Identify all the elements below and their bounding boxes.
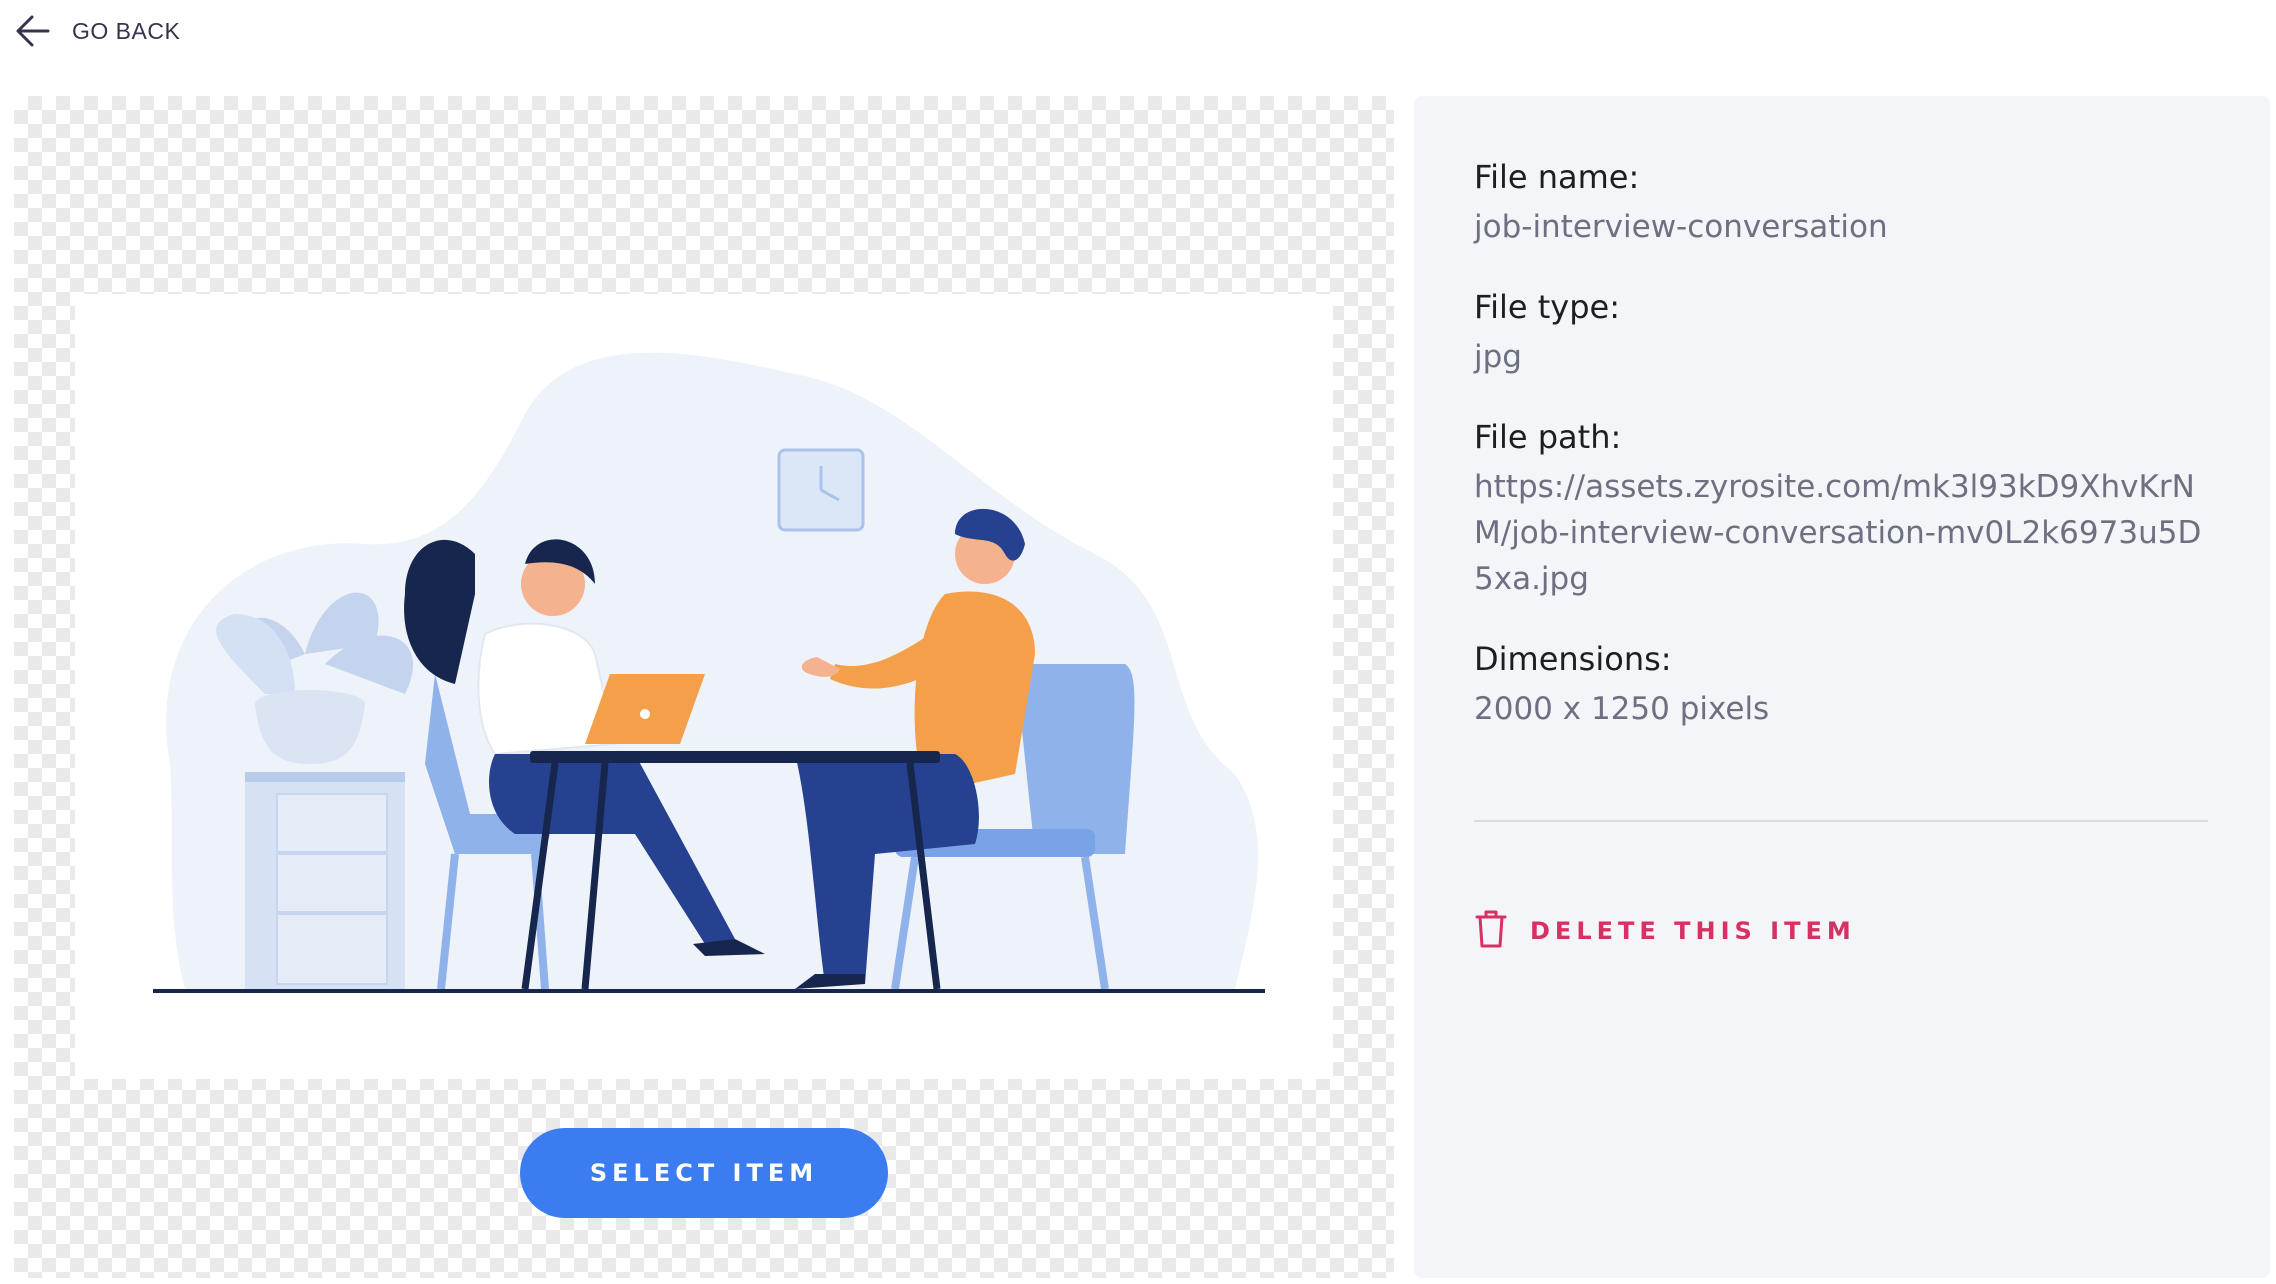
file-type-label: File type:: [1474, 288, 1620, 326]
dimensions-value: 2000 x 1250 pixels: [1474, 691, 1770, 727]
select-item-button[interactable]: SELECT ITEM: [520, 1128, 888, 1218]
image-preview: [75, 294, 1333, 1079]
divider: [1474, 820, 2208, 822]
go-back-link[interactable]: GO BACK: [14, 10, 180, 52]
delete-item-button[interactable]: DELETE THIS ITEM: [1474, 908, 1856, 954]
dimensions-label: Dimensions:: [1474, 640, 1672, 678]
arrow-left-icon: [14, 12, 52, 50]
file-name-value: job-interview-conversation: [1474, 209, 1888, 245]
go-back-label: GO BACK: [72, 17, 181, 44]
file-name-field: File name: job-interview-conversation: [1474, 154, 2214, 250]
file-type-field: File type: jpg: [1474, 284, 2214, 380]
file-name-label: File name:: [1474, 158, 1640, 196]
file-details-panel: File name: job-interview-conversation Fi…: [1414, 96, 2270, 1278]
file-path-value: https://assets.zyrosite.com/mk3l93kD9Xhv…: [1474, 469, 2202, 597]
dimensions-field: Dimensions: 2000 x 1250 pixels: [1474, 636, 2214, 732]
delete-item-label: DELETE THIS ITEM: [1530, 917, 1856, 945]
file-path-label: File path:: [1474, 418, 1622, 456]
trash-icon: [1474, 909, 1508, 953]
job-interview-illustration: [153, 352, 1265, 993]
image-preview-panel: SELECT ITEM: [14, 96, 1394, 1278]
file-type-value: jpg: [1474, 339, 1522, 375]
file-path-field: File path: https://assets.zyrosite.com/m…: [1474, 414, 2214, 602]
